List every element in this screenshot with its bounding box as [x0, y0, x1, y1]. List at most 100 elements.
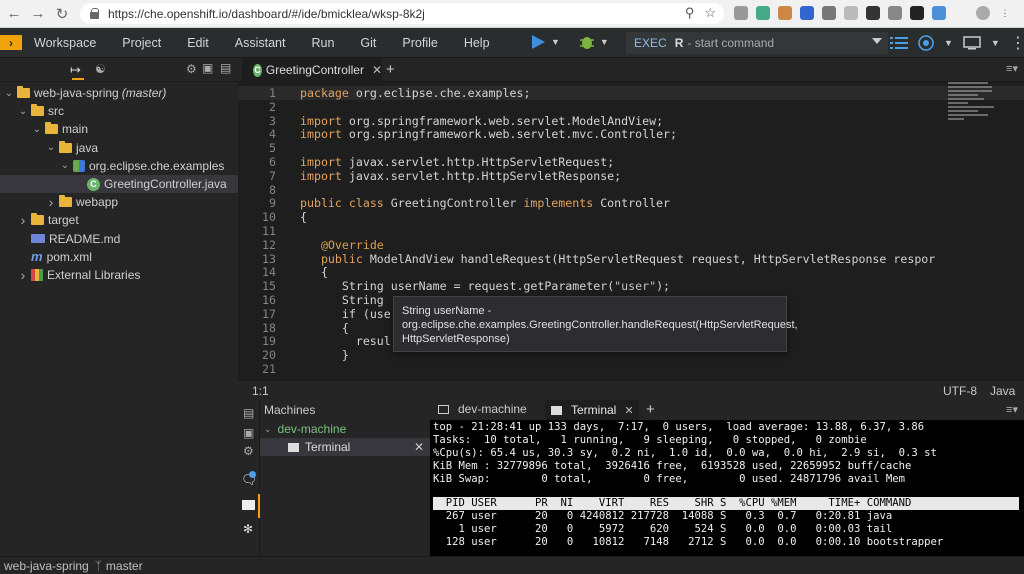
status-project-name[interactable]: web-java-spring [4, 559, 89, 573]
tree-item-main[interactable]: ⌄ main [0, 120, 238, 138]
extension-icon[interactable] [778, 6, 792, 20]
add-tab-icon[interactable]: + [646, 401, 655, 418]
bug-icon[interactable]: ✻ [243, 522, 253, 536]
extension-icon[interactable] [756, 6, 770, 20]
tree-item-label: webapp [76, 195, 119, 210]
terminal-output[interactable]: top - 21:28:41 up 133 days, 7:17, 0 user… [430, 420, 1024, 556]
chevron-down-icon[interactable] [872, 38, 882, 44]
tree-item-web-java-spring[interactable]: ⌄ web-java-spring (master) [0, 84, 238, 102]
tab-terminal-label: Terminal [571, 403, 617, 417]
kebab-menu-icon[interactable]: ⋮ [998, 6, 1012, 20]
debug-dropdown-icon[interactable]: ▼ [600, 37, 609, 47]
reload-icon[interactable]: ↻ [52, 4, 72, 24]
back-arrow-icon[interactable]: ← [4, 4, 24, 24]
machine-dev-machine[interactable]: ⌄ dev-machine [264, 422, 346, 436]
editor-tab-greetingcontroller[interactable]: C GreetingController ✕ [242, 58, 382, 82]
menu-run[interactable]: Run [311, 36, 334, 50]
menu-git[interactable]: Git [360, 36, 376, 50]
extension-icon[interactable] [734, 6, 748, 20]
code-text: { [300, 210, 307, 225]
monitor-icon[interactable] [963, 36, 981, 50]
chevron-right-icon[interactable]: › [46, 194, 56, 210]
gear-icon[interactable]: ⚙ [186, 62, 197, 76]
tab-dev-machine-label: dev-machine [458, 402, 527, 416]
chevron-right-icon[interactable]: › [18, 267, 28, 283]
status-branch-name[interactable]: master [106, 559, 143, 573]
code-text: import org.springframework.web.servlet.m… [300, 127, 678, 142]
tree-item-greetingcontroller-java[interactable]: C GreetingController.java [0, 175, 238, 193]
minimize-icon[interactable]: ▤ [243, 406, 254, 420]
minimize-icon[interactable]: ▤ [220, 61, 231, 75]
extension-icon[interactable] [910, 6, 924, 20]
che-logo-icon[interactable]: › [0, 35, 22, 50]
exec-label: EXEC [634, 36, 667, 50]
extension-icon[interactable] [844, 6, 858, 20]
command-selector[interactable]: EXEC R - start command [626, 32, 888, 54]
chevron-down-icon[interactable]: ⌄ [60, 160, 70, 171]
extension-icon[interactable] [866, 6, 880, 20]
minimap[interactable] [948, 82, 996, 138]
target-icon[interactable] [918, 35, 934, 51]
collapse-icon[interactable]: ▣ [243, 426, 254, 440]
kebab-menu-icon[interactable]: ⋮ [1010, 33, 1024, 53]
chevron-down-icon[interactable]: ⌄ [18, 106, 28, 117]
zoom-icon[interactable]: ⚲ [685, 5, 695, 21]
chevron-down-icon[interactable]: ⌄ [264, 424, 272, 435]
code-line: 2 [238, 100, 1024, 114]
menu-help[interactable]: Help [464, 36, 490, 50]
extension-icon[interactable] [800, 6, 814, 20]
tab-dev-machine[interactable]: dev-machine [438, 402, 527, 416]
chevron-right-icon[interactable]: › [18, 212, 28, 228]
chevron-down-icon[interactable]: ⌄ [32, 124, 42, 135]
machine-terminal-item[interactable]: Terminal [288, 440, 350, 454]
close-icon[interactable]: ✕ [414, 440, 424, 454]
tree-item-src[interactable]: ⌄ src [0, 102, 238, 120]
lock-icon [90, 8, 100, 19]
tree-item-label: README.md [49, 231, 121, 246]
forward-arrow-icon[interactable]: → [28, 4, 48, 24]
menu-assistant[interactable]: Assistant [235, 36, 286, 50]
separator [954, 6, 968, 20]
tree-item-external-libraries[interactable]: › External Libraries [0, 266, 238, 284]
address-bar[interactable]: https://che.openshift.io/dashboard/#/ide… [80, 3, 724, 24]
tree-item-readme-md[interactable]: README.md [0, 230, 238, 248]
chevron-down-icon[interactable]: ▼ [944, 38, 953, 48]
tree-item-pom-xml[interactable]: m pom.xml [0, 248, 238, 266]
menu-workspace[interactable]: Workspace [34, 36, 96, 50]
tree-item-webapp[interactable]: › webapp [0, 193, 238, 211]
run-play-icon[interactable] [529, 33, 547, 51]
file-language[interactable]: Java [990, 384, 1015, 398]
chevron-down-icon[interactable]: ⌄ [4, 88, 14, 99]
collapse-icon[interactable]: ▣ [202, 61, 213, 75]
tree-item-target[interactable]: › target [0, 211, 238, 229]
extension-icon[interactable] [888, 6, 902, 20]
file-encoding[interactable]: UTF-8 [943, 384, 977, 398]
file-structure-icon[interactable]: ☯ [95, 62, 106, 76]
close-icon[interactable]: ✕ [624, 404, 633, 417]
chevron-down-icon[interactable]: ▼ [991, 38, 1000, 48]
list-icon[interactable] [890, 36, 908, 50]
extension-icon[interactable] [932, 6, 946, 20]
code-text: public class GreetingController implemen… [300, 196, 670, 211]
gear-icon[interactable]: ⚙ [243, 444, 254, 458]
debug-bug-icon[interactable] [578, 33, 596, 51]
close-icon[interactable]: ✕ [372, 63, 382, 77]
terminal-panel-icon[interactable] [242, 500, 255, 510]
add-tab-icon[interactable]: + [386, 61, 395, 78]
menu-profile[interactable]: Profile [402, 36, 437, 50]
tree-item-org-eclipse-che-examples[interactable]: ⌄ org.eclipse.che.examples [0, 157, 238, 175]
bookmark-star-icon[interactable]: ☆ [704, 5, 716, 21]
extension-icon[interactable] [822, 6, 836, 20]
run-dropdown-icon[interactable]: ▼ [551, 37, 560, 47]
tab-list-menu-icon[interactable]: ≡▾ [1006, 62, 1018, 75]
menu-edit[interactable]: Edit [187, 36, 209, 50]
tree-item-java[interactable]: ⌄ java [0, 139, 238, 157]
code-line: 21 [238, 362, 1024, 376]
tree-view-icon[interactable]: ↦ [70, 62, 81, 78]
tab-list-menu-icon[interactable]: ≡▾ [1006, 403, 1018, 416]
menu-project[interactable]: Project [122, 36, 161, 50]
project-explorer: ↦ ☯ ⚙ ▣ ▤ ⌄ web-java-spring (master) ⌄ src ⌄ m… [0, 58, 238, 556]
tab-terminal[interactable]: Terminal ✕ [545, 400, 639, 420]
chevron-down-icon[interactable]: ⌄ [46, 142, 56, 153]
avatar[interactable] [976, 6, 990, 20]
